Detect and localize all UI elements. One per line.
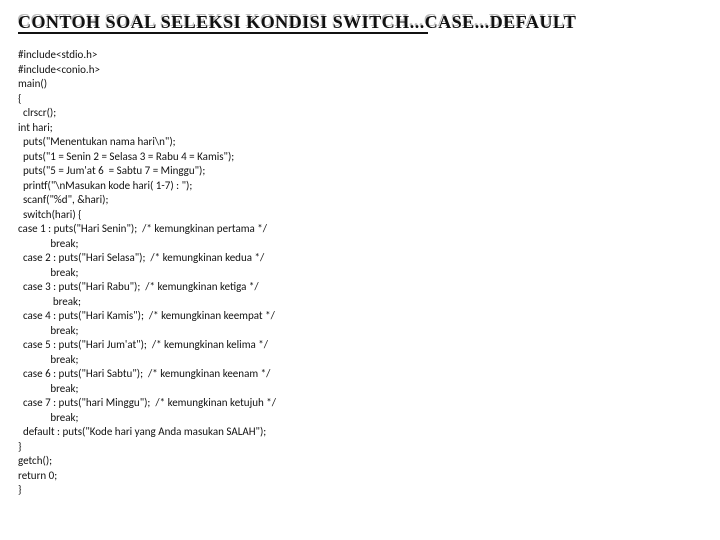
code-line: case 7 : puts("hari Minggu"); /* kemungk… xyxy=(18,396,702,411)
code-line: #include<stdio.h> xyxy=(18,48,702,63)
code-line: scanf("%d", &hari); xyxy=(18,193,702,208)
slide-page: CONTOH SOAL SELEKSI KONDISI SWITCH...CAS… xyxy=(0,0,720,508)
code-line: main() xyxy=(18,77,702,92)
code-line: case 3 : puts("Hari Rabu"); /* kemungkin… xyxy=(18,280,702,295)
code-line: break; xyxy=(18,295,702,310)
code-line: break; xyxy=(18,382,702,397)
code-line: case 4 : puts("Hari Kamis"); /* kemungki… xyxy=(18,309,702,324)
code-line: break; xyxy=(18,411,702,426)
code-line: break; xyxy=(18,324,702,339)
code-line: puts("1 = Senin 2 = Selasa 3 = Rabu 4 = … xyxy=(18,150,702,165)
code-line: default : puts("Kode hari yang Anda masu… xyxy=(18,425,702,440)
title-text: CONTOH SOAL SELEKSI KONDISI SWITCH...CAS… xyxy=(18,12,576,33)
code-line: break; xyxy=(18,237,702,252)
title-block: CONTOH SOAL SELEKSI KONDISI SWITCH...CAS… xyxy=(18,12,702,42)
code-line: puts("5 = Jum'at 6 = Sabtu 7 = Minggu"); xyxy=(18,164,702,179)
code-line: break; xyxy=(18,353,702,368)
code-block: #include<stdio.h>#include<conio.h>main()… xyxy=(18,48,702,498)
code-line: return 0; xyxy=(18,469,702,484)
code-line: int hari; xyxy=(18,121,702,136)
code-line: getch(); xyxy=(18,454,702,469)
code-line: puts("Menentukan nama hari\n"); xyxy=(18,135,702,150)
code-line: { xyxy=(18,92,702,107)
code-line: case 1 : puts("Hari Senin"); /* kemungki… xyxy=(18,222,702,237)
code-line: printf("\nMasukan kode hari( 1-7) : "); xyxy=(18,179,702,194)
code-line: clrscr(); xyxy=(18,106,702,121)
code-line: #include<conio.h> xyxy=(18,63,702,78)
code-line: break; xyxy=(18,266,702,281)
code-line: case 6 : puts("Hari Sabtu"); /* kemungki… xyxy=(18,367,702,382)
code-line: case 5 : puts("Hari Jum'at"); /* kemungk… xyxy=(18,338,702,353)
code-line: switch(hari) { xyxy=(18,208,702,223)
code-line: } xyxy=(18,440,702,455)
title-underline xyxy=(18,32,428,34)
code-line: case 2 : puts("Hari Selasa"); /* kemungk… xyxy=(18,251,702,266)
code-line: } xyxy=(18,483,702,498)
